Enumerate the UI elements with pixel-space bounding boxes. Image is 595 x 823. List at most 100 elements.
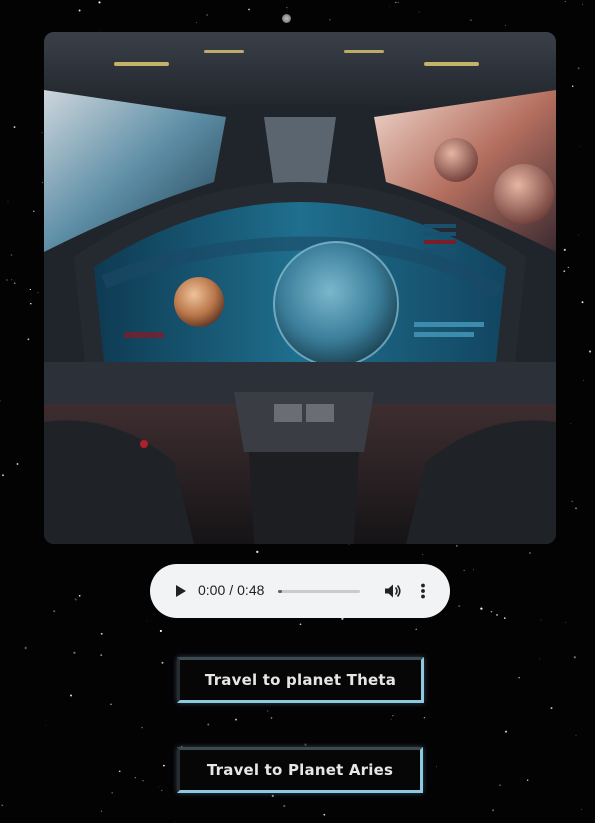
star (456, 545, 458, 547)
star (142, 780, 144, 782)
star (571, 85, 574, 88)
star (550, 707, 553, 710)
current-time: 0:00 (198, 582, 226, 598)
star (423, 717, 426, 719)
star (100, 654, 103, 656)
star (538, 658, 540, 660)
star (397, 1, 399, 3)
star (588, 350, 592, 353)
star (98, 1, 101, 4)
seek-progress (278, 590, 283, 593)
star (235, 718, 237, 721)
star (73, 651, 76, 654)
star (470, 19, 472, 21)
star (580, 809, 582, 811)
star (529, 552, 531, 554)
star (24, 646, 27, 650)
star (570, 423, 572, 424)
star (146, 620, 148, 622)
star (248, 8, 250, 11)
star (540, 619, 542, 621)
seek-slider[interactable] (278, 588, 360, 594)
star (27, 338, 30, 341)
star (161, 789, 163, 792)
star (571, 500, 573, 502)
star (174, 821, 176, 823)
star (13, 126, 16, 129)
star (100, 810, 103, 812)
star (582, 3, 583, 5)
more-vert-icon[interactable] (416, 581, 430, 601)
star (496, 613, 498, 616)
star (436, 766, 437, 768)
star (492, 809, 495, 812)
star (206, 14, 208, 16)
star (575, 734, 577, 736)
star (111, 792, 113, 794)
travel-theta-button[interactable]: Travel to planet Theta (177, 657, 424, 703)
star (74, 598, 77, 601)
star (581, 301, 584, 304)
audio-player[interactable]: 0:00/0:48 (150, 564, 450, 618)
star (53, 610, 56, 613)
star (11, 279, 13, 281)
star (422, 554, 424, 555)
star (563, 270, 566, 273)
travel-aries-button[interactable]: Travel to Planet Aries (177, 747, 423, 793)
star (567, 266, 569, 269)
star (33, 210, 35, 213)
star (504, 730, 508, 733)
star (505, 25, 506, 26)
star (45, 724, 47, 726)
star (415, 628, 417, 631)
duration: 0:48 (237, 582, 265, 598)
star (573, 656, 576, 659)
star (395, 1, 397, 4)
star (1, 804, 4, 807)
star (207, 723, 210, 726)
time-separator: / (229, 582, 234, 598)
star (41, 182, 43, 183)
play-icon[interactable] (170, 581, 190, 601)
star (527, 779, 529, 781)
star (29, 288, 31, 291)
star (30, 302, 32, 305)
star (578, 234, 579, 236)
star (10, 254, 13, 256)
star (473, 569, 474, 571)
star (161, 661, 164, 664)
seek-track (278, 590, 360, 593)
star (16, 463, 19, 465)
star (503, 617, 506, 619)
star (69, 694, 73, 697)
star (390, 718, 392, 720)
star (323, 813, 326, 816)
star (134, 776, 136, 779)
top-dot-decoration (282, 14, 291, 23)
star (564, 0, 566, 3)
star (490, 610, 493, 613)
star (7, 201, 9, 203)
star (37, 292, 39, 294)
star (0, 400, 1, 402)
star (267, 710, 269, 712)
star (283, 804, 286, 808)
star (583, 379, 585, 381)
star (299, 623, 302, 626)
star (270, 717, 273, 719)
star (13, 282, 16, 285)
star (418, 11, 420, 13)
star (286, 7, 288, 9)
star (458, 605, 461, 608)
star (577, 67, 580, 70)
star (392, 715, 394, 717)
star (389, 6, 390, 7)
star (2, 474, 4, 477)
star (110, 703, 112, 706)
star (5, 279, 8, 281)
star (118, 770, 121, 773)
volume-icon[interactable] (382, 581, 402, 601)
star (158, 786, 160, 788)
star (499, 784, 501, 786)
star (304, 743, 307, 746)
